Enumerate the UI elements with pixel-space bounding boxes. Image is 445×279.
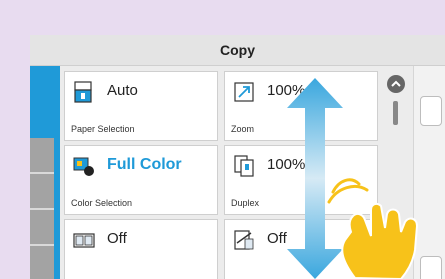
paper-tray-icon (74, 81, 92, 103)
combine-value: Off (107, 230, 127, 247)
zoom-label: Zoom (231, 124, 255, 134)
paper-selection-tile[interactable]: Auto Paper Selection (64, 71, 218, 141)
scroll-up-button[interactable] (387, 75, 405, 93)
color-selection-icon (73, 157, 94, 176)
left-accent-line (54, 66, 60, 279)
zoom-icon (234, 82, 254, 102)
staple-icon (234, 230, 254, 250)
right-tab-button[interactable] (420, 96, 442, 126)
swipe-hand-icon (327, 178, 419, 279)
scroll-thumb[interactable] (393, 101, 398, 125)
duplex-icon (234, 155, 254, 177)
color-selection-value: Full Color (107, 156, 182, 173)
color-selection-label: Color Selection (71, 198, 133, 208)
staple-value: Off (267, 230, 287, 247)
paper-selection-label: Paper Selection (71, 124, 135, 134)
left-menu-selected[interactable] (30, 66, 54, 138)
left-menu-strip (30, 66, 54, 279)
combine-icon (73, 233, 95, 248)
combine-tile[interactable]: Off (64, 219, 218, 279)
left-menu-item[interactable] (30, 210, 54, 246)
left-menu-item[interactable] (30, 138, 54, 174)
chevron-up-icon (391, 80, 401, 87)
left-menu-item[interactable] (30, 174, 54, 210)
screen-title: Copy (30, 35, 445, 66)
color-selection-tile[interactable]: Full Color Color Selection (64, 145, 218, 215)
left-menu-item[interactable] (30, 246, 54, 279)
paper-selection-value: Auto (107, 82, 138, 99)
duplex-label: Duplex (231, 198, 260, 208)
